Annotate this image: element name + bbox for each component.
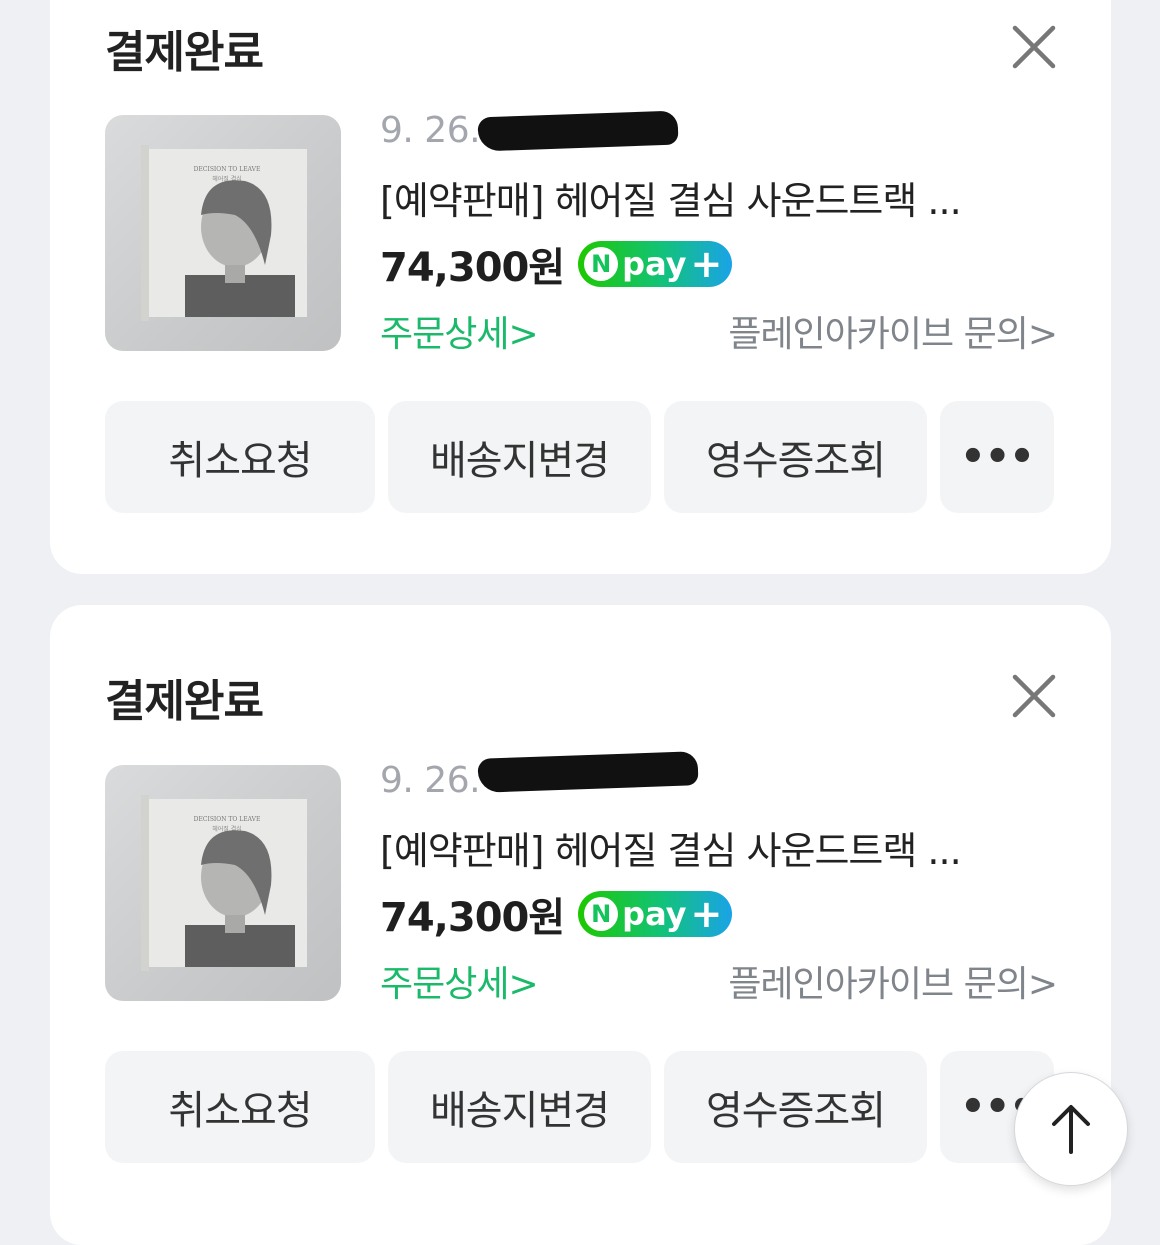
product-title[interactable]: [예약판매] 헤어질 결심 사운드트랙 ... [380, 170, 1040, 225]
change-address-button[interactable]: 배송지변경 [388, 1051, 651, 1163]
naver-n-icon: N [584, 247, 619, 281]
order-status: 결제완료 [105, 676, 264, 727]
scroll-top-button[interactable] [1014, 1072, 1128, 1186]
cover-title: DECISION TO LEAVE [194, 166, 261, 173]
close-icon[interactable] [1009, 671, 1059, 721]
cancel-request-button[interactable]: 취소요청 [105, 1051, 375, 1163]
order-price: 74,300원 [380, 895, 565, 941]
cancel-request-button[interactable]: 취소요청 [105, 401, 375, 513]
npay-plus-badge: N pay + [578, 891, 733, 937]
product-title[interactable]: [예약판매] 헤어질 결심 사운드트랙 ... [380, 820, 1040, 875]
action-buttons: 취소요청 배송지변경 영수증조회 ••• [105, 1051, 1054, 1163]
naver-n-icon: N [584, 897, 619, 931]
plus-icon: + [690, 242, 723, 286]
npay-label: pay [622, 895, 687, 933]
redacted-text [477, 751, 699, 793]
redacted-text [477, 110, 679, 152]
close-icon[interactable] [1009, 22, 1059, 72]
seller-inquiry-link[interactable]: 플레인아카이브 문의> [728, 305, 1058, 357]
order-date: 9. 26. [380, 110, 481, 151]
arrow-up-icon [1052, 1105, 1090, 1154]
action-buttons: 취소요청 배송지변경 영수증조회 ••• [105, 401, 1054, 513]
npay-plus-badge: N pay + [578, 241, 733, 287]
price-row: 74,300원 N pay + [380, 235, 733, 293]
npay-label: pay [622, 245, 687, 283]
receipt-button[interactable]: 영수증조회 [664, 1051, 927, 1163]
order-card: 결제완료 DECISION TO LEAVE 헤어질 결심 9. 26. [예약… [50, 605, 1111, 1245]
order-card: 결제완료 DECISION TO LEAVE 헤어질 결심 9. 26. [예약… [50, 0, 1111, 574]
seller-inquiry-link[interactable]: 플레인아카이브 문의> [728, 955, 1058, 1007]
price-row: 74,300원 N pay + [380, 885, 733, 943]
change-address-button[interactable]: 배송지변경 [388, 401, 651, 513]
order-price: 74,300원 [380, 245, 565, 291]
plus-icon: + [690, 892, 723, 936]
more-options-button[interactable]: ••• [940, 401, 1054, 513]
order-status: 결제완료 [105, 27, 264, 78]
order-detail-link[interactable]: 주문상세> [380, 305, 539, 357]
product-thumbnail[interactable]: DECISION TO LEAVE 헤어질 결심 [105, 115, 341, 351]
order-detail-link[interactable]: 주문상세> [380, 955, 539, 1007]
cover-title: DECISION TO LEAVE [194, 816, 261, 823]
product-thumbnail[interactable]: DECISION TO LEAVE 헤어질 결심 [105, 765, 341, 1001]
order-date: 9. 26. [380, 760, 481, 801]
receipt-button[interactable]: 영수증조회 [664, 401, 927, 513]
